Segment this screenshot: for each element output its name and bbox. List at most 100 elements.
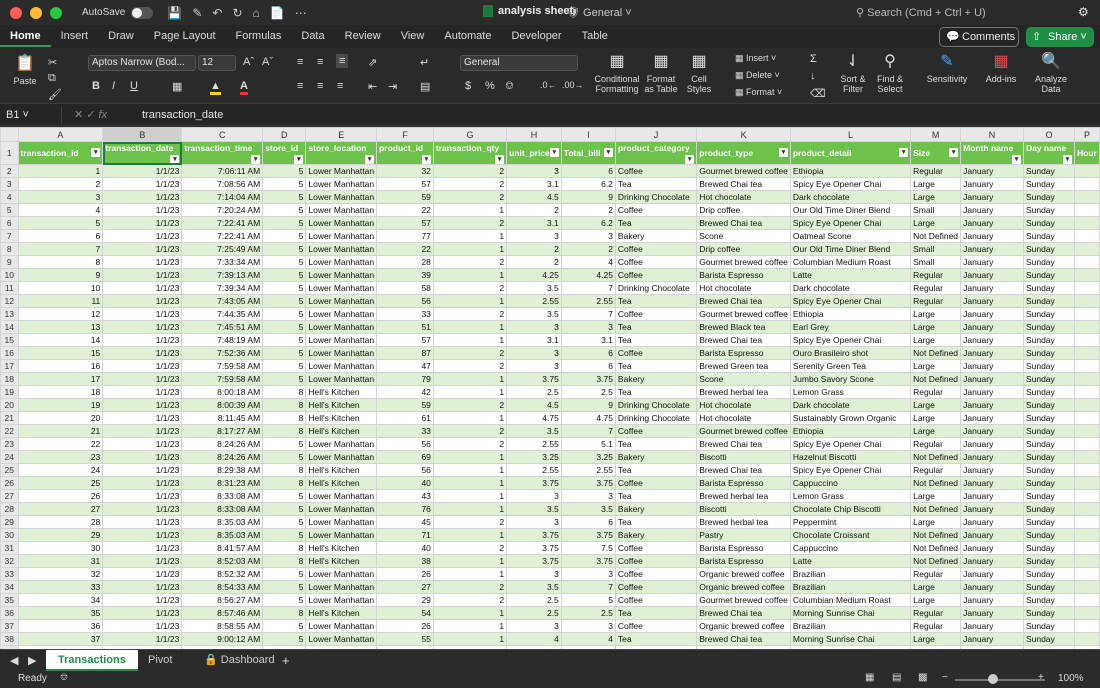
tab-data[interactable]: Data [291, 25, 334, 47]
table-cell[interactable]: Small [910, 203, 962, 217]
table-cell[interactable]: Tea [614, 463, 698, 477]
table-cell[interactable]: 9 [560, 190, 616, 204]
table-cell[interactable]: 7:44:35 AM [181, 307, 264, 321]
table-cell[interactable]: Sunday [1022, 502, 1076, 516]
table-cell[interactable]: Bakery [614, 229, 698, 243]
table-cell[interactable]: Sunday [1022, 632, 1076, 646]
zoom-window-button[interactable] [50, 6, 62, 19]
table-cell[interactable]: 2 [432, 255, 508, 269]
table-cell[interactable] [1074, 229, 1100, 243]
table-cell[interactable]: 7:14:04 AM [181, 190, 264, 204]
row-number[interactable]: 37 [0, 619, 19, 633]
table-cell[interactable]: 6 [17, 229, 104, 243]
table-cell[interactable]: 3 [506, 619, 562, 633]
table-cell[interactable]: Chocolate Croissant [789, 528, 912, 542]
edit-icon[interactable]: ✎ [192, 6, 202, 20]
table-cell[interactable]: January [960, 177, 1024, 191]
table-cell[interactable]: 5 [262, 580, 307, 594]
table-cell[interactable]: 43 [376, 489, 434, 503]
table-cell[interactable]: 1/1/23 [102, 632, 183, 646]
table-cell[interactable]: Drinking Chocolate [614, 398, 698, 412]
table-cell[interactable]: 2.5 [506, 593, 562, 607]
table-cell[interactable]: Regular [910, 385, 962, 399]
table-cell[interactable]: Our Old Time Diner Blend [789, 242, 912, 256]
table-cell[interactable] [1074, 242, 1100, 256]
prev-sheet-icon[interactable]: ◀ [10, 654, 18, 667]
table-cell[interactable]: 2 [432, 177, 508, 191]
table-cell[interactable]: 9 [560, 398, 616, 412]
table-cell[interactable]: 28 [376, 255, 434, 269]
table-cell[interactable]: 7:52:36 AM [181, 346, 264, 360]
table-cell[interactable]: 22 [17, 437, 104, 451]
table-cell[interactable]: Coffee [614, 255, 698, 269]
table-cell[interactable]: Ethiopia [789, 164, 912, 178]
next-sheet-icon[interactable]: ▶ [28, 654, 36, 667]
table-cell[interactable]: 1/1/23 [102, 463, 183, 477]
table-cell[interactable]: Sustainably Grown Organic [789, 411, 912, 425]
table-cell[interactable] [1074, 333, 1100, 347]
table-cell[interactable]: 3.75 [506, 372, 562, 386]
sheet-tab-pivot[interactable]: Pivot [136, 650, 184, 671]
table-cell[interactable]: 13 [17, 320, 104, 334]
format-painter-icon[interactable]: 🖌 [48, 88, 62, 101]
table-cell[interactable]: Biscotti [696, 450, 791, 464]
table-cell[interactable]: 59 [376, 398, 434, 412]
table-cell[interactable]: 8:54:33 AM [181, 580, 264, 594]
borders-icon[interactable]: ▦ [172, 80, 182, 93]
row-number[interactable]: 19 [0, 385, 19, 399]
table-cell[interactable]: 8 [262, 411, 307, 425]
table-cell[interactable]: Lower Manhattan [305, 372, 378, 386]
table-cell[interactable]: 1/1/23 [102, 411, 183, 425]
table-cell[interactable]: 1 [432, 502, 508, 516]
table-cell[interactable]: Sunday [1022, 515, 1076, 529]
table-cell[interactable]: Sunday [1022, 190, 1076, 204]
table-cell[interactable]: Organic brewed coffee [696, 580, 791, 594]
table-cell[interactable]: Sunday [1022, 203, 1076, 217]
table-cell[interactable]: Sunday [1022, 554, 1076, 568]
table-cell[interactable]: 5 [262, 255, 307, 269]
zoom-in-icon[interactable]: + [1038, 672, 1044, 683]
table-cell[interactable]: Regular [910, 463, 962, 477]
align-left-icon[interactable]: ≡ [297, 80, 303, 92]
table-cell[interactable]: Bakery [614, 450, 698, 464]
table-cell[interactable]: Oatmeal Scone [789, 229, 912, 243]
table-cell[interactable]: Tea [614, 437, 698, 451]
worksheet-grid[interactable]: A B C D E F G H I J K L M N O P 1 transaction_id ▾ transact… [0, 127, 1100, 649]
table-cell[interactable]: Sunday [1022, 164, 1076, 178]
filter-dropdown-icon[interactable]: ▾ [1011, 155, 1021, 164]
table-cell[interactable]: Sunday [1022, 346, 1076, 360]
row-number[interactable]: 33 [0, 567, 19, 581]
row-number[interactable]: 30 [0, 528, 19, 542]
table-cell[interactable]: 22 [376, 203, 434, 217]
table-cell[interactable]: 2.55 [560, 463, 616, 477]
table-cell[interactable]: Sunday [1022, 268, 1076, 282]
table-cell[interactable]: Lower Manhattan [305, 489, 378, 503]
table-cell[interactable]: 7:39:34 AM [181, 281, 264, 295]
table-cell[interactable]: Ouro Brasileiro shot [789, 346, 912, 360]
table-cell[interactable]: 3.75 [560, 476, 616, 490]
table-cell[interactable]: 3.75 [506, 541, 562, 555]
table-cell[interactable]: 57 [376, 177, 434, 191]
table-cell[interactable]: 1/1/23 [102, 580, 183, 594]
table-cell[interactable]: Latte [789, 268, 912, 282]
table-cell[interactable]: Tea [614, 333, 698, 347]
table-cell[interactable]: Sunday [1022, 528, 1076, 542]
align-right-icon[interactable]: ≡ [337, 80, 343, 92]
table-cell[interactable]: 1 [432, 476, 508, 490]
table-cell[interactable]: 1 [432, 567, 508, 581]
table-cell[interactable]: Dark chocolate [789, 398, 912, 412]
table-cell[interactable] [1074, 203, 1100, 217]
row-number[interactable]: 9 [0, 255, 19, 269]
table-cell[interactable]: 1/1/23 [102, 294, 183, 308]
table-cell[interactable]: 1/1/23 [102, 476, 183, 490]
table-cell[interactable]: Lower Manhattan [305, 515, 378, 529]
table-cell[interactable]: 1 [432, 242, 508, 256]
sort-filter-button[interactable]: ⇃ Sort & Filter [838, 52, 868, 94]
table-cell[interactable]: Lower Manhattan [305, 502, 378, 516]
delete-cells-button[interactable]: ▦ Delete ˅ [735, 70, 780, 81]
table-cell[interactable]: Lower Manhattan [305, 567, 378, 581]
table-cell[interactable]: Spicy Eye Opener Chai [789, 437, 912, 451]
table-cell[interactable]: Sunday [1022, 593, 1076, 607]
table-cell[interactable]: 8:58:55 AM [181, 619, 264, 633]
table-cell[interactable]: Spicy Eye Opener Chai [789, 333, 912, 347]
